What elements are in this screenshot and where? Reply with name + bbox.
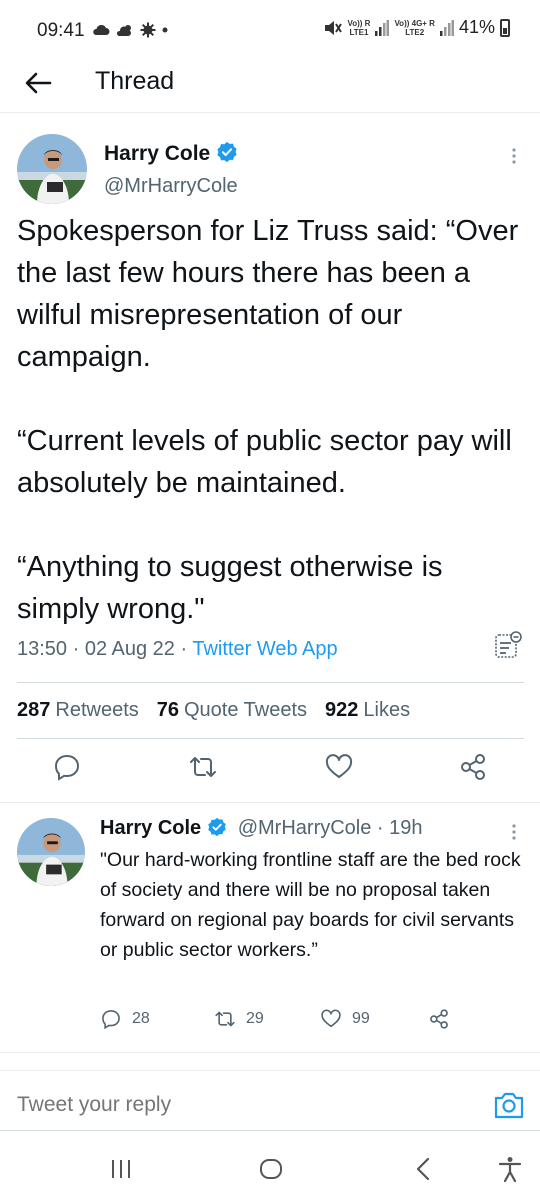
recent-apps-icon[interactable] <box>107 1155 135 1183</box>
reply-retweet-button[interactable]: 29 <box>214 1008 264 1030</box>
more-vertical-icon[interactable] <box>510 822 518 842</box>
quote-tweets-stat[interactable]: 76 Quote Tweets <box>157 699 307 722</box>
avatar[interactable] <box>17 134 87 204</box>
sim1-label: Vo)) R LTE1 <box>347 18 371 37</box>
reply-input[interactable] <box>17 1093 288 1117</box>
mute-icon <box>325 20 343 35</box>
author-handle[interactable]: @MrHarryCole <box>104 175 238 198</box>
thread-divider <box>0 802 540 803</box>
signal-2-icon <box>439 19 454 36</box>
like-icon <box>321 1009 341 1028</box>
battery-percent: 41% <box>458 17 495 37</box>
reply-text: "Our hard-working frontline staff are th… <box>100 849 527 961</box>
tweet-meta: 13:50 · 02 Aug 22 · Twitter Web App <box>17 638 338 660</box>
camera-icon[interactable] <box>492 1089 526 1121</box>
avatar-photo <box>17 818 85 886</box>
reply-share-button[interactable] <box>428 1008 450 1030</box>
notification-icons <box>92 22 168 38</box>
tweet-stats: 287 Retweets 76 Quote Tweets 922 Likes <box>17 699 410 722</box>
likes-stat[interactable]: 922 Likes <box>325 699 410 722</box>
reply-count: 28 <box>132 1010 150 1027</box>
verified-badge-icon <box>208 817 226 837</box>
battery-icon <box>500 18 510 37</box>
reply-icon <box>102 1010 120 1030</box>
like-icon[interactable] <box>324 752 354 782</box>
reply-avatar[interactable] <box>17 818 85 886</box>
stats-divider <box>17 738 524 739</box>
cloud-sun-icon <box>116 25 131 36</box>
more-vertical-icon[interactable] <box>510 146 518 166</box>
author-name[interactable]: Harry Cole <box>104 141 238 166</box>
retweet-icon[interactable] <box>188 752 218 782</box>
reply-actions: 28 29 99 <box>100 1008 500 1034</box>
tweet-date: 02 Aug 22 <box>84 638 175 660</box>
reply-author-name[interactable]: Harry Cole <box>100 817 201 839</box>
sim2-label: Vo)) 4G+ R LTE2 <box>394 18 435 37</box>
reply-icon[interactable] <box>52 752 82 782</box>
status-bar: 09:41 Vo)) R LTE1 Vo)) 4G+ R LTE2 41% <box>0 0 540 60</box>
status-right-group: Vo)) R LTE1 Vo)) 4G+ R LTE2 41% <box>324 17 510 38</box>
retweet-icon <box>215 1011 235 1027</box>
reply-reply-button[interactable]: 28 <box>100 1008 150 1030</box>
header-divider <box>0 112 540 113</box>
back-icon[interactable] <box>410 1155 438 1183</box>
home-icon[interactable] <box>257 1155 285 1183</box>
tweet-source-link[interactable]: Twitter Web App <box>192 638 337 660</box>
reply-author-handle[interactable]: @MrHarryCole <box>238 817 372 839</box>
system-nav-bar <box>0 1130 540 1200</box>
reply-like-button[interactable]: 99 <box>320 1008 370 1030</box>
page-title: Thread <box>95 67 175 95</box>
share-icon <box>430 1009 448 1029</box>
reply-divider <box>0 1052 540 1053</box>
tweet-time: 13:50 <box>17 638 68 660</box>
tweet-actions <box>0 752 540 792</box>
signal-1-icon <box>375 19 390 36</box>
retweet-count: 29 <box>246 1010 264 1027</box>
reply-age: 19h <box>389 817 423 839</box>
dot-icon <box>162 27 168 33</box>
avatar-photo <box>17 134 87 204</box>
settings-gear-icon <box>140 22 156 38</box>
share-icon[interactable] <box>458 752 488 782</box>
status-time: 09:41 <box>37 20 85 41</box>
compose-bar <box>0 1070 540 1130</box>
back-arrow-icon[interactable] <box>22 67 54 99</box>
accessibility-icon[interactable] <box>496 1155 524 1183</box>
tweet-analytics-icon[interactable] <box>493 630 523 660</box>
reply-header: Harry Cole @MrHarryCole · 19h <box>100 817 423 839</box>
like-count: 99 <box>352 1010 370 1027</box>
meta-divider <box>17 682 524 683</box>
verified-badge-icon <box>217 141 237 163</box>
tweet-text: Spokesperson for Liz Truss said: “Over t… <box>17 215 519 625</box>
cloud-icon <box>93 24 110 35</box>
thread-header: Thread <box>0 60 540 110</box>
retweets-stat[interactable]: 287 Retweets <box>17 699 139 722</box>
